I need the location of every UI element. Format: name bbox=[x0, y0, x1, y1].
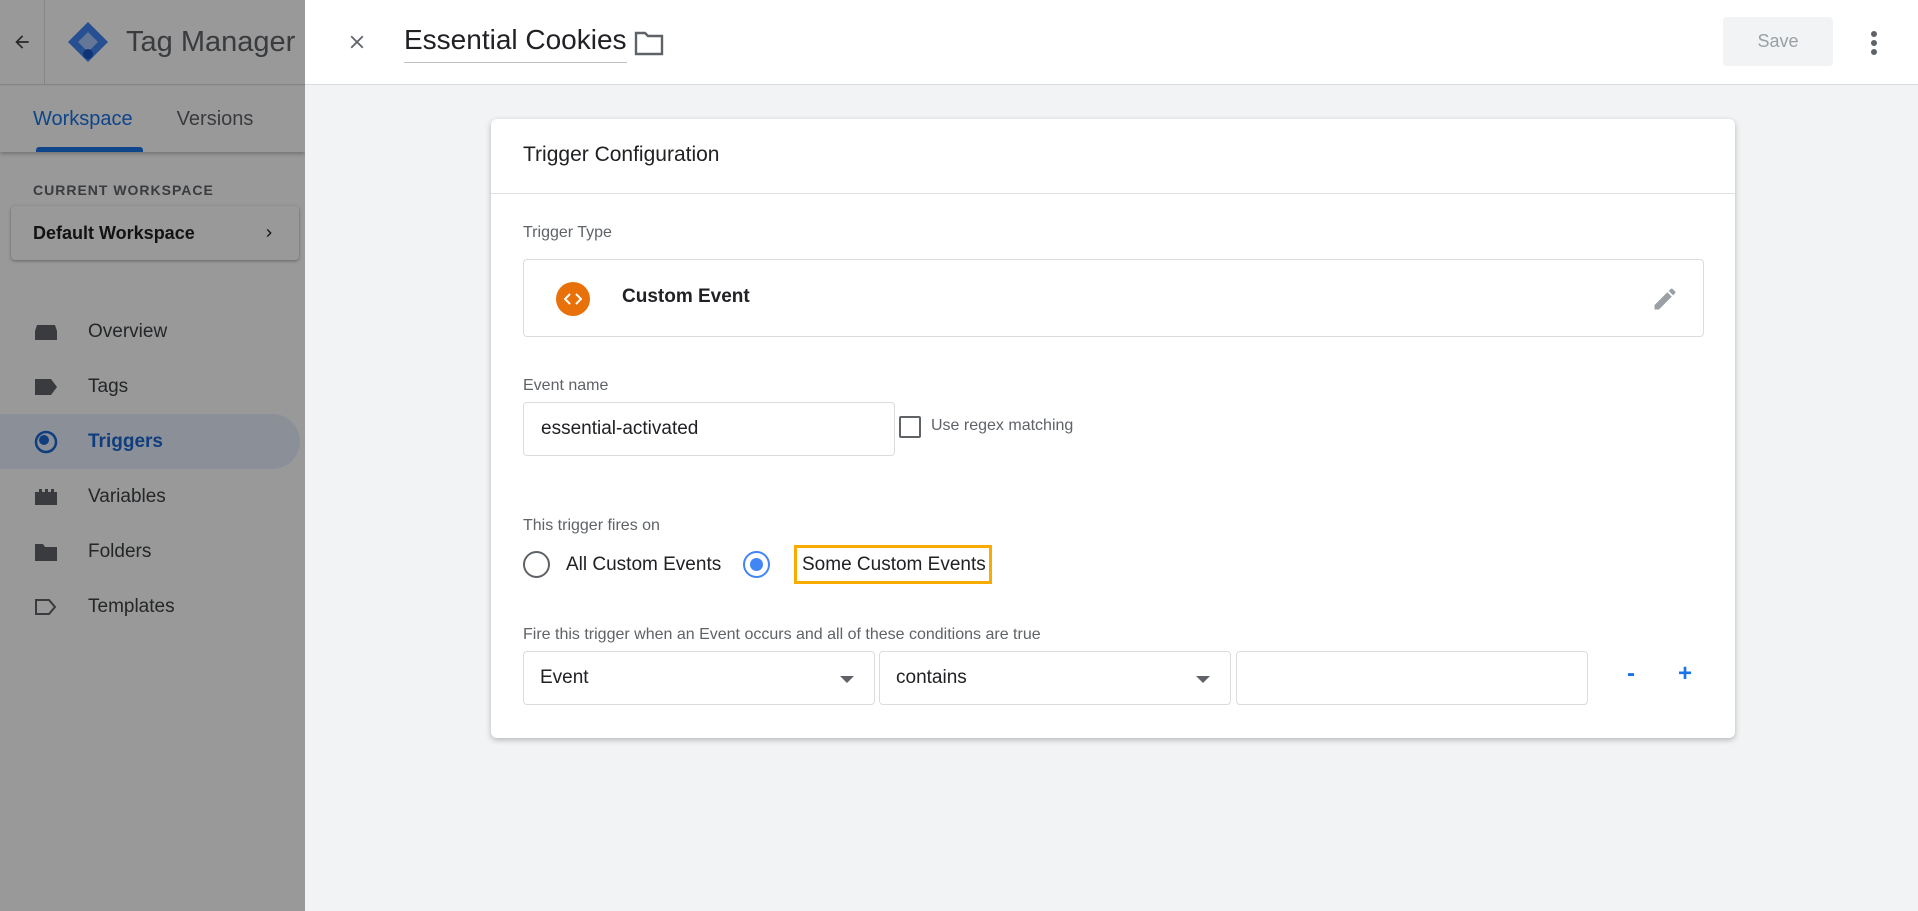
regex-label: Use regex matching bbox=[931, 417, 1074, 434]
modal-scrim[interactable] bbox=[0, 0, 305, 911]
all-custom-events-label[interactable]: All Custom Events bbox=[566, 554, 721, 576]
more-vert-icon bbox=[1871, 31, 1877, 55]
regex-checkbox[interactable] bbox=[899, 416, 921, 438]
condition-operator-select[interactable]: contains bbox=[879, 651, 1231, 705]
dropdown-arrow-icon bbox=[1196, 676, 1210, 683]
trigger-type-selector[interactable]: Custom Event bbox=[523, 259, 1704, 337]
close-icon bbox=[350, 35, 364, 49]
condition-label: Fire this trigger when an Event occurs a… bbox=[523, 626, 1041, 643]
condition-value-input[interactable] bbox=[1236, 651, 1588, 705]
radio-some-custom-events[interactable] bbox=[743, 551, 770, 578]
fires-on-label: This trigger fires on bbox=[523, 517, 660, 534]
event-name-label: Event name bbox=[523, 377, 609, 394]
condition-variable-select[interactable]: Event bbox=[523, 651, 875, 705]
trigger-editor-panel: Essential Cookies Save Trigger Configura… bbox=[305, 0, 1918, 911]
add-condition-button[interactable]: + bbox=[1670, 659, 1700, 689]
more-options-button[interactable] bbox=[1858, 25, 1890, 61]
save-button[interactable]: Save bbox=[1723, 17, 1833, 66]
trigger-type-value: Custom Event bbox=[622, 286, 750, 307]
event-name-input[interactable]: essential-activated bbox=[523, 402, 895, 456]
editor-header: Essential Cookies Save bbox=[305, 0, 1918, 85]
divider bbox=[491, 193, 1735, 194]
remove-condition-button[interactable]: - bbox=[1616, 659, 1646, 689]
trigger-type-label: Trigger Type bbox=[523, 224, 612, 241]
folder-outline-icon[interactable] bbox=[633, 28, 665, 58]
trigger-name-input[interactable]: Essential Cookies bbox=[404, 24, 627, 63]
condition-variable-value: Event bbox=[540, 667, 589, 688]
trigger-configuration-card: Trigger Configuration Trigger Type Custo… bbox=[491, 119, 1735, 738]
card-title: Trigger Configuration bbox=[523, 143, 720, 166]
edit-pencil-icon[interactable] bbox=[1651, 285, 1679, 313]
custom-event-icon bbox=[556, 282, 590, 316]
close-button[interactable] bbox=[341, 26, 373, 58]
some-custom-events-label[interactable]: Some Custom Events bbox=[802, 554, 986, 576]
dropdown-arrow-icon bbox=[840, 676, 854, 683]
radio-all-custom-events[interactable] bbox=[523, 551, 550, 578]
condition-operator-value: contains bbox=[896, 667, 967, 688]
